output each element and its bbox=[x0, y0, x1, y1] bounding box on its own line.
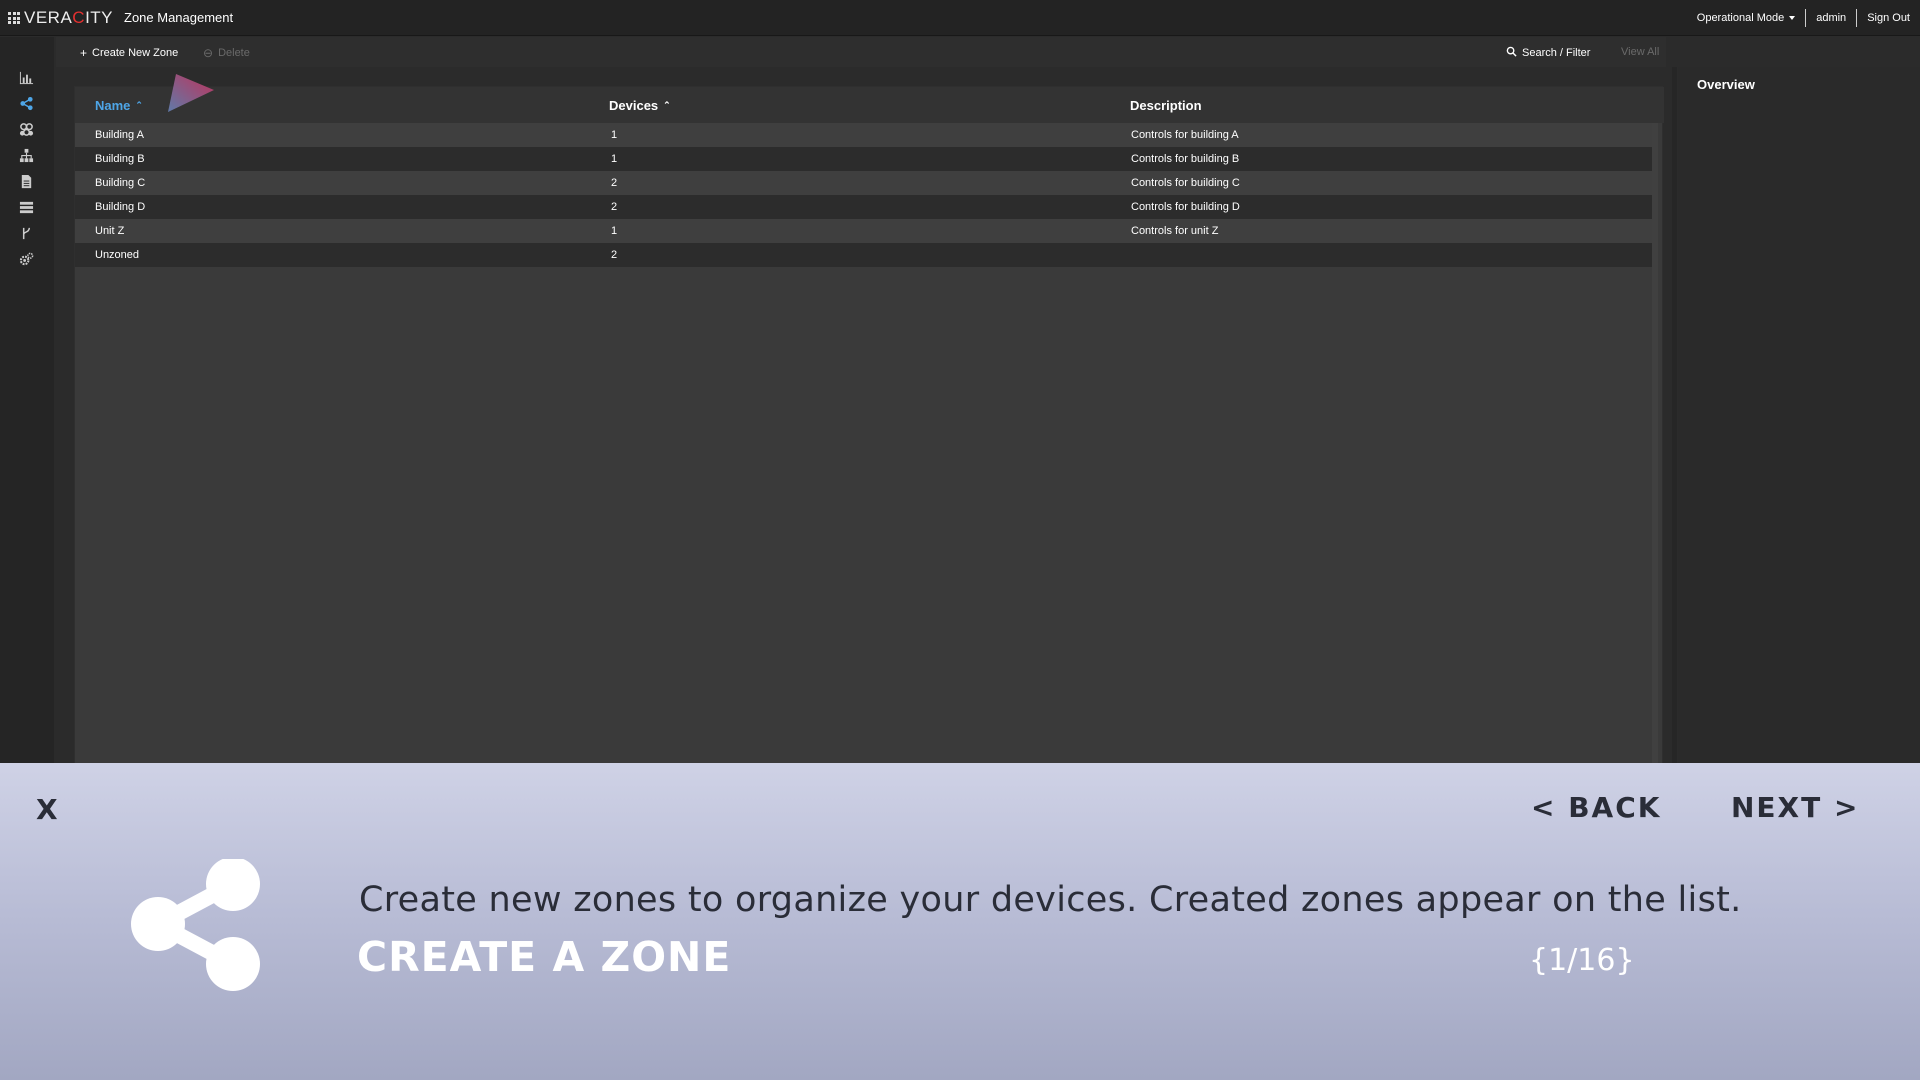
search-filter-label: Search / Filter bbox=[1522, 47, 1591, 59]
cell-devices: 1 bbox=[611, 153, 618, 165]
table-row[interactable]: Unzoned 2 bbox=[75, 243, 1654, 267]
close-button[interactable]: X bbox=[36, 793, 58, 826]
delete-button[interactable]: ⊖ Delete bbox=[203, 46, 250, 60]
sign-out-link[interactable]: Sign Out bbox=[1857, 12, 1920, 24]
top-right-menu: Operational Mode admin Sign Out bbox=[1687, 0, 1920, 36]
create-zone-label: Create New Zone bbox=[92, 47, 179, 59]
logo-text: VERACITY bbox=[24, 8, 114, 27]
share-icon bbox=[131, 859, 260, 991]
tour-pointer-icon bbox=[168, 74, 214, 112]
cell-name: Building B bbox=[95, 153, 145, 165]
user-menu[interactable]: admin bbox=[1806, 12, 1856, 24]
cell-description: Controls for unit Z bbox=[1131, 225, 1219, 237]
tour-step-counter: {1/16} bbox=[1529, 943, 1635, 978]
tour-description: Create new zones to organize your device… bbox=[359, 880, 1742, 920]
tour-title: CREATE A ZONE bbox=[357, 933, 732, 981]
tour-panel: X < BACK NEXT > Create new zones to orga… bbox=[0, 763, 1920, 1080]
zones-table: Name ⌃ Devices ⌃ Description Building A … bbox=[74, 86, 1664, 766]
hierarchy-icon[interactable] bbox=[17, 147, 35, 163]
column-header-name[interactable]: Name ⌃ bbox=[95, 98, 143, 113]
table-row[interactable]: Unit Z 1 Controls for unit Z bbox=[75, 219, 1654, 243]
operational-mode-dropdown[interactable]: Operational Mode bbox=[1687, 12, 1805, 24]
operational-mode-label: Operational Mode bbox=[1696, 12, 1785, 24]
cell-devices: 2 bbox=[611, 201, 618, 213]
cell-description: Controls for building C bbox=[1131, 177, 1240, 189]
cell-name: Building D bbox=[95, 201, 146, 213]
table-header: Name ⌃ Devices ⌃ Description bbox=[75, 87, 1664, 123]
overview-panel: Overview bbox=[1678, 67, 1920, 767]
column-header-name-label: Name bbox=[95, 98, 131, 113]
cell-description: Controls for building D bbox=[1131, 201, 1240, 213]
cell-devices: 2 bbox=[611, 177, 618, 189]
table-row[interactable]: Building B 1 Controls for building B bbox=[75, 147, 1654, 171]
table-row[interactable]: Building A 1 Controls for building A bbox=[75, 123, 1654, 147]
branch-icon[interactable] bbox=[17, 225, 35, 241]
view-all-button[interactable]: View All bbox=[1621, 46, 1659, 58]
veracity-logo[interactable]: VERACITY bbox=[8, 8, 113, 28]
table-row[interactable]: Building D 2 Controls for building D bbox=[75, 195, 1654, 219]
logo-dots-icon bbox=[8, 12, 20, 24]
bar-chart-icon[interactable] bbox=[17, 69, 35, 85]
settings-icon[interactable] bbox=[17, 251, 35, 267]
cell-devices: 1 bbox=[611, 129, 618, 141]
column-header-description[interactable]: Description bbox=[1130, 98, 1202, 113]
column-header-devices-label: Devices bbox=[609, 98, 659, 113]
cell-name: Building C bbox=[95, 177, 146, 189]
cell-description: Controls for building B bbox=[1131, 153, 1240, 165]
panel-divider[interactable] bbox=[1672, 67, 1677, 767]
plus-icon: + bbox=[80, 46, 88, 60]
chevron-down-icon bbox=[1789, 16, 1796, 20]
document-icon[interactable] bbox=[17, 173, 35, 189]
create-zone-button[interactable]: + Create New Zone bbox=[80, 46, 178, 60]
cell-description: Controls for building A bbox=[1131, 129, 1239, 141]
sort-ascending-icon: ⌃ bbox=[135, 100, 143, 110]
sort-ascending-icon: ⌃ bbox=[663, 100, 671, 110]
cell-name: Unit Z bbox=[95, 225, 125, 237]
next-button[interactable]: NEXT > bbox=[1731, 791, 1859, 824]
cell-devices: 2 bbox=[611, 249, 618, 261]
delete-label: Delete bbox=[218, 47, 250, 59]
table-row[interactable]: Building C 2 Controls for building C bbox=[75, 171, 1654, 195]
page-title: Zone Management bbox=[124, 10, 234, 25]
cell-name: Unzoned bbox=[95, 249, 140, 261]
list-icon[interactable] bbox=[17, 199, 35, 215]
devices-icon[interactable] bbox=[17, 121, 35, 137]
share-icon[interactable] bbox=[17, 95, 35, 111]
toolbar: + Create New Zone ⊖ Delete Search / Filt… bbox=[56, 37, 1666, 67]
cell-name: Building A bbox=[95, 129, 144, 141]
back-button[interactable]: < BACK bbox=[1531, 791, 1661, 824]
cell-devices: 1 bbox=[611, 225, 618, 237]
column-header-description-label: Description bbox=[1130, 98, 1202, 113]
search-filter-button[interactable]: Search / Filter bbox=[1506, 46, 1590, 60]
search-icon bbox=[1506, 46, 1517, 60]
scrollbar[interactable] bbox=[1652, 123, 1658, 763]
delete-icon: ⊖ bbox=[203, 46, 214, 60]
overview-title: Overview bbox=[1697, 77, 1755, 92]
column-header-devices[interactable]: Devices ⌃ bbox=[609, 98, 671, 113]
top-bar: VERACITY Zone Management Operational Mod… bbox=[0, 0, 1920, 36]
